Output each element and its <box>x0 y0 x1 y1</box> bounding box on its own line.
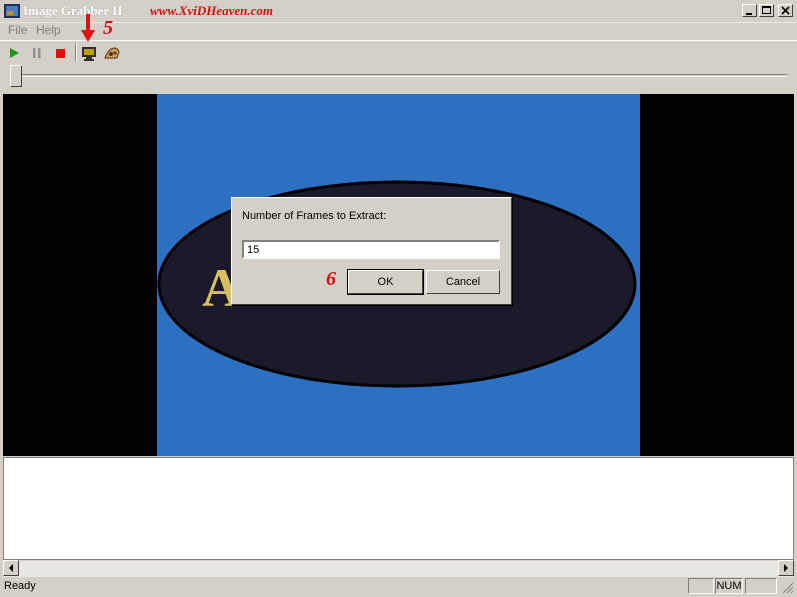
status-pane-scrl <box>745 578 777 594</box>
annotation-arrow-icon <box>80 14 96 47</box>
play-icon <box>10 48 19 58</box>
settings-button[interactable] <box>102 43 122 63</box>
menu-file[interactable]: File <box>8 23 27 37</box>
app-icon <box>4 4 20 18</box>
toolbar-separator <box>75 43 77 61</box>
pause-button[interactable] <box>27 43 47 63</box>
stop-button[interactable] <box>50 43 70 63</box>
minimize-icon <box>746 13 752 15</box>
status-bar <box>0 577 797 596</box>
dialog-prompt: Number of Frames to Extract: <box>242 210 387 222</box>
annotation-step-5: 5 <box>103 17 113 39</box>
close-icon <box>781 6 790 15</box>
watermark-text: www.XviDHeaven.com <box>150 3 274 18</box>
status-pane-caps <box>688 578 714 594</box>
maximize-button[interactable] <box>759 4 774 17</box>
status-text: Ready <box>4 580 36 592</box>
settings-icon <box>104 47 120 59</box>
close-button[interactable] <box>778 4 793 17</box>
scroll-right-button[interactable] <box>778 560 794 576</box>
minimize-button[interactable] <box>742 4 757 17</box>
seek-slider-thumb[interactable] <box>10 65 22 87</box>
cancel-button[interactable]: Cancel <box>426 270 500 294</box>
maximize-icon <box>762 6 771 14</box>
resize-grip-icon[interactable] <box>780 580 794 597</box>
horizontal-scrollbar[interactable] <box>3 560 794 577</box>
log-area[interactable] <box>3 457 794 560</box>
arrow-left-icon <box>9 564 13 572</box>
pause-icon <box>33 48 41 58</box>
arrow-right-icon <box>784 564 788 572</box>
play-button[interactable] <box>5 43 25 63</box>
frames-count-input[interactable] <box>242 240 500 259</box>
menu-help[interactable]: Help <box>36 23 61 37</box>
status-pane-num: NUM <box>715 578 743 594</box>
stop-icon <box>56 49 65 58</box>
annotation-step-6: 6 <box>326 268 336 290</box>
seek-slider-track[interactable] <box>17 74 787 77</box>
menu-bar <box>0 21 797 39</box>
scroll-left-button[interactable] <box>3 560 19 576</box>
ok-button[interactable]: OK <box>347 269 424 295</box>
